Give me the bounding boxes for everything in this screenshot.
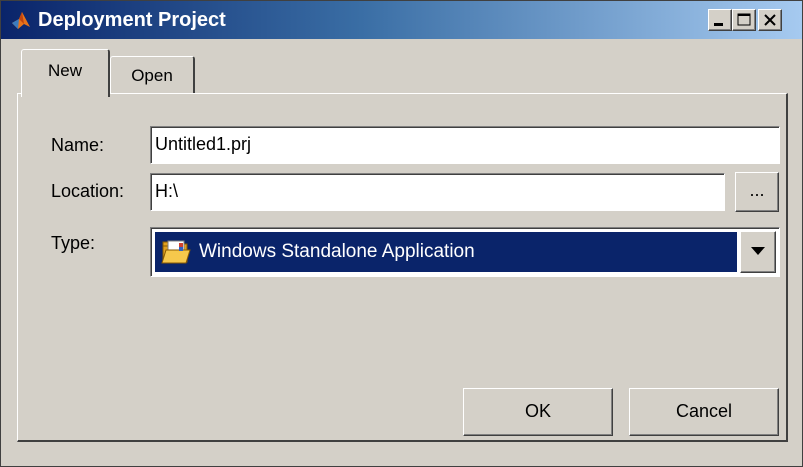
tab-open[interactable]: Open [110, 56, 195, 94]
type-dropdown[interactable]: Windows Standalone Application [150, 227, 780, 277]
type-selected-text: Windows Standalone Application [199, 241, 475, 262]
browse-button[interactable]: ... [735, 172, 779, 212]
ok-button[interactable]: OK [463, 388, 613, 436]
minimize-button[interactable] [708, 9, 732, 31]
minimize-icon [714, 23, 723, 26]
tab-new[interactable]: New [21, 49, 110, 97]
location-field[interactable]: H:\ [150, 173, 725, 211]
location-label: Location: [51, 181, 125, 201]
type-label: Type: [51, 233, 96, 253]
folder-open-icon [161, 239, 191, 265]
window-title: Deployment Project [38, 9, 226, 31]
name-label: Name: [51, 135, 105, 155]
name-field[interactable]: Untitled1.prj [150, 126, 780, 164]
maximize-button[interactable] [732, 9, 756, 31]
matlab-logo-icon [10, 9, 32, 31]
deployment-project-window: Deployment Project New Open Name: Untitl… [0, 0, 803, 467]
tab-open-label: Open [131, 66, 173, 85]
dropdown-arrow-button[interactable] [740, 231, 776, 273]
close-icon [764, 14, 776, 26]
type-selected-item: Windows Standalone Application [155, 232, 737, 272]
close-button[interactable] [758, 9, 782, 31]
title-bar[interactable]: Deployment Project [1, 1, 802, 39]
cancel-button[interactable]: Cancel [629, 388, 779, 436]
maximize-icon [737, 13, 751, 26]
tab-new-label: New [47, 61, 82, 80]
chevron-down-icon [751, 247, 765, 255]
